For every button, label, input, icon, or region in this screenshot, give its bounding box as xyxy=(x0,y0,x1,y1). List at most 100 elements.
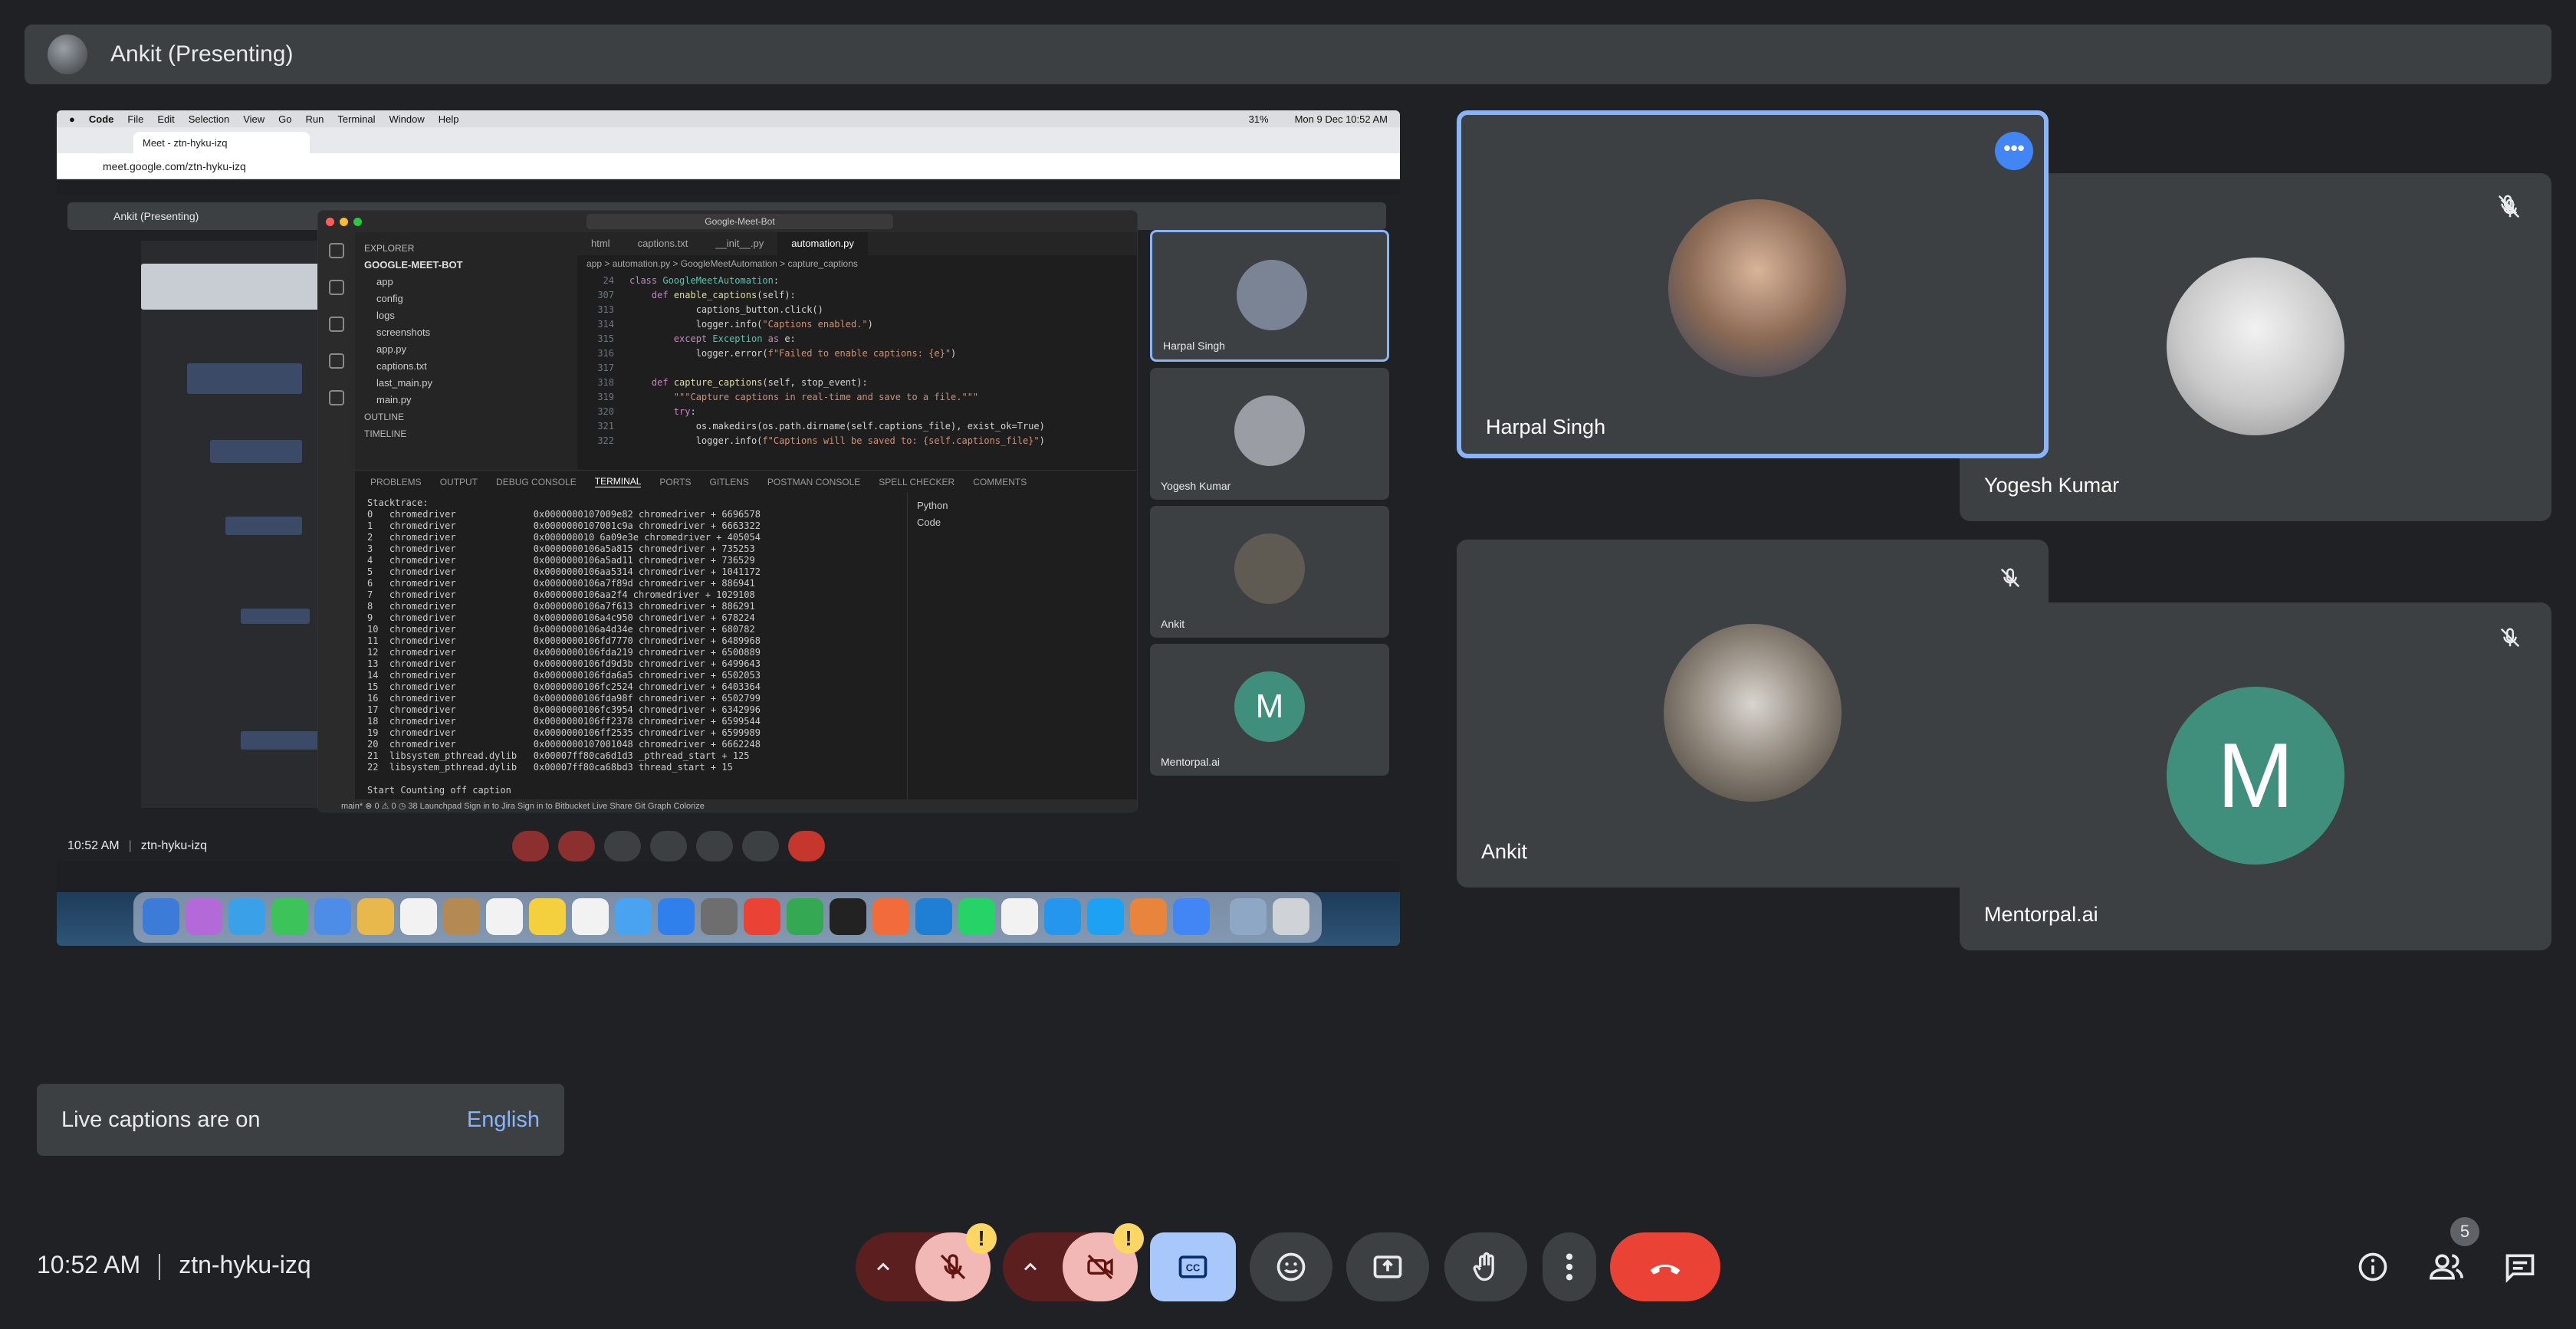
files-icon xyxy=(329,243,344,258)
inner-time: 10:52 AM xyxy=(67,839,120,852)
mac-menubar: ● Code File Edit Selection View Go Run T… xyxy=(57,110,1400,127)
mac-menu-file: File xyxy=(127,113,144,125)
mini-tile-yogesh: Yogesh Kumar xyxy=(1150,368,1389,500)
mic-off-icon xyxy=(2495,622,2525,653)
mic-warning-badge: ! xyxy=(966,1223,997,1254)
meeting-details: 10:52 AM ztn-hyku-izq xyxy=(37,1251,311,1280)
mac-menu-window: Window xyxy=(389,113,425,125)
browser-address-bar: meet.google.com/ztn-hyku-izq xyxy=(57,153,1400,179)
outline-section: OUTLINE xyxy=(364,412,405,422)
people-count-badge: 5 xyxy=(2450,1217,2479,1246)
run-debug-icon xyxy=(329,353,344,369)
code-area: 24 class GoogleMeetAutomation: 307 def en… xyxy=(597,275,1045,446)
mac-menu-help: Help xyxy=(438,113,459,125)
mini-avatar xyxy=(1237,260,1307,330)
mini-avatar xyxy=(1234,533,1305,604)
panel-tab-active: TERMINAL xyxy=(594,476,642,487)
mac-dock xyxy=(133,892,1322,943)
panel-tab: SPELL CHECKER xyxy=(879,476,955,487)
vscode-activity-bar xyxy=(318,232,355,799)
meeting-info-button[interactable] xyxy=(2354,1248,2392,1286)
editor-tab-active: automation.py xyxy=(777,232,868,255)
mic-off-icon xyxy=(2496,193,2519,220)
vscode-titlebar: Google-Meet-Bot xyxy=(318,211,1137,232)
more-options-button[interactable] xyxy=(1543,1232,1596,1301)
mac-menu-view: View xyxy=(243,113,265,125)
mac-menu-selection: Selection xyxy=(188,113,230,125)
present-screen-button[interactable] xyxy=(1346,1232,1429,1301)
meeting-code: ztn-hyku-izq xyxy=(179,1251,311,1278)
info-icon xyxy=(2358,1252,2387,1281)
mac-battery: 31% xyxy=(1248,113,1269,125)
inner-meet-view: Ankit (Presenting) Google-Meet-Bot EXPLO… xyxy=(57,195,1400,861)
captions-button[interactable]: CC xyxy=(1150,1232,1236,1301)
participant-name: Harpal Singh xyxy=(1486,415,1606,438)
file-item: config xyxy=(376,293,403,304)
editor-tab: html xyxy=(591,238,610,249)
explorer-header: EXPLORER xyxy=(364,243,415,254)
source-control-icon xyxy=(329,317,344,332)
mac-clock: Mon 9 Dec 10:52 AM xyxy=(1294,113,1388,125)
participant-name: Mentorpal.ai xyxy=(1984,903,2098,926)
camera-options-chevron-icon[interactable] xyxy=(1003,1232,1058,1301)
panel-tab: PROBLEMS xyxy=(370,476,422,487)
raise-hand-button[interactable] xyxy=(1444,1232,1527,1301)
vscode-editor: html captions.txt __init__.py automation… xyxy=(577,232,1137,470)
participant-name: Yogesh Kumar xyxy=(1984,474,2120,497)
panel-tab: DEBUG CONSOLE xyxy=(496,476,577,487)
presenter-title: Ankit (Presenting) xyxy=(110,41,294,67)
mic-off-icon xyxy=(1995,563,2026,593)
captions-language-button[interactable]: English xyxy=(467,1108,540,1133)
browser-tab-strip: Meet - ztn-hyku-izq xyxy=(57,127,1400,153)
presenter-banner: Ankit (Presenting) xyxy=(25,25,2551,84)
leave-call-button[interactable] xyxy=(1610,1232,1720,1301)
chat-button[interactable] xyxy=(2501,1248,2539,1286)
mini-tile-ankit: Ankit xyxy=(1150,506,1389,638)
mini-tile-name: Harpal Singh xyxy=(1163,340,1225,352)
mic-options-chevron-icon[interactable] xyxy=(856,1232,911,1301)
editor-tab: captions.txt xyxy=(637,238,688,249)
reactions-button[interactable] xyxy=(1250,1232,1332,1301)
present-icon xyxy=(1373,1255,1402,1278)
vscode-window: Google-Meet-Bot EXPLORER GOOGLE-MEET-BOT… xyxy=(317,210,1138,812)
inner-meeting-code: ztn-hyku-izq xyxy=(140,839,208,852)
vscode-explorer: EXPLORER GOOGLE-MEET-BOT app config logs… xyxy=(355,232,577,470)
participant-tile-mentorpal[interactable]: M Mentorpal.ai xyxy=(1960,602,2551,950)
participant-avatar xyxy=(1664,624,1842,802)
terminal-list: Python Code xyxy=(907,493,1137,799)
file-item: logs xyxy=(376,310,395,321)
file-item: captions.txt xyxy=(376,360,427,372)
participant-avatar xyxy=(1668,199,1846,377)
camera-warning-badge: ! xyxy=(1113,1223,1144,1254)
project-folder: GOOGLE-MEET-BOT xyxy=(364,259,463,271)
more-options-button[interactable]: ••• xyxy=(1995,132,2033,170)
participant-tile-harpal[interactable]: Harpal Singh ••• xyxy=(1457,110,2049,458)
terminal-item: Python xyxy=(917,500,948,511)
file-item: main.py xyxy=(376,394,412,405)
panel-tab: GITLENS xyxy=(709,476,749,487)
panel-tabs: PROBLEMS OUTPUT DEBUG CONSOLE TERMINAL P… xyxy=(355,470,1137,493)
mac-menu-terminal: Terminal xyxy=(337,113,376,125)
mini-tile-name: Mentorpal.ai xyxy=(1161,756,1221,768)
timeline-section: TIMELINE xyxy=(364,428,407,439)
extensions-icon xyxy=(329,390,344,405)
editor-tab: __init__.py xyxy=(715,238,764,249)
mini-avatar xyxy=(1234,395,1305,466)
closed-captions-icon: CC xyxy=(1178,1255,1208,1278)
hand-icon xyxy=(1473,1252,1494,1281)
panel-tab: COMMENTS xyxy=(973,476,1027,487)
mac-menu-run: Run xyxy=(305,113,324,125)
editor-breadcrumb: app > automation.py > GoogleMeetAutomati… xyxy=(586,258,858,269)
mini-tile-harpal: Harpal Singh xyxy=(1150,230,1389,362)
file-item: app xyxy=(376,276,393,287)
panel-tab: PORTS xyxy=(659,476,692,487)
panel-tab: POSTMAN CONSOLE xyxy=(767,476,861,487)
browser-tab: Meet - ztn-hyku-izq xyxy=(133,132,310,153)
people-button[interactable] xyxy=(2427,1248,2466,1286)
inner-control-buttons xyxy=(512,831,825,861)
chat-icon xyxy=(2505,1254,2535,1283)
mac-app-name: Code xyxy=(88,113,114,125)
mac-menu-go: Go xyxy=(278,113,292,125)
people-icon xyxy=(2429,1254,2463,1280)
end-call-icon xyxy=(1650,1265,1681,1275)
